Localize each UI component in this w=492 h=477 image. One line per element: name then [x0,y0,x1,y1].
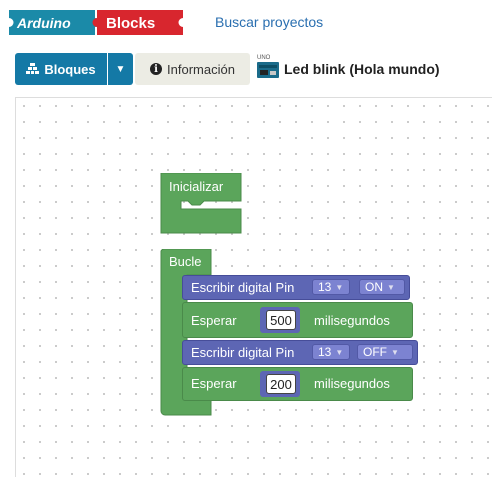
arduinoblocks-logo[interactable]: Arduino Blocks [7,7,185,38]
dropdown-arrow-icon: ▼ [335,282,344,292]
blocks-dropdown-toggle[interactable]: ▼ [108,53,133,85]
search-projects-link[interactable]: Buscar proyectos [215,14,323,30]
pin-dropdown-1[interactable]: 13 ▼ [312,279,350,295]
digital-write-label-2: Escribir digital Pin [191,345,295,360]
pin-value-2: 13 [318,345,332,359]
state-dropdown-1[interactable]: ON ▼ [359,279,405,295]
wait-unit-2: milisegundos [314,376,390,391]
pin-value-1: 13 [318,280,332,294]
state-dropdown-2[interactable]: OFF ▼ [357,344,413,360]
dropdown-arrow-icon: ▼ [387,282,395,292]
state-value-2: OFF [363,345,387,359]
info-button[interactable]: i Información [135,53,250,85]
editor-toolbar: Bloques ▼ i Información UNO Led blink (H… [0,46,492,96]
dropdown-arrow-icon: ▼ [391,347,399,357]
blocks-button-label: Bloques [44,61,96,77]
blocks-grid-icon [26,62,40,77]
wait-value-input-2[interactable]: 200 [266,374,296,394]
wait-label-1: Esperar [191,313,237,328]
info-icon: i [150,63,163,75]
info-button-label: Información [167,61,235,77]
blocks-workspace[interactable]: Inicializar Bucle Escribir digital Pin 1… [15,97,492,477]
dropdown-arrow-icon: ▼ [335,347,344,357]
logo-text-left: Arduino [16,15,71,31]
init-block-label: Inicializar [169,179,224,194]
wait-label-2: Esperar [191,376,237,391]
wait-unit-1: milisegundos [314,313,390,328]
logo-text-right: Blocks [106,15,155,32]
digital-write-label-1: Escribir digital Pin [191,280,295,295]
pin-dropdown-2[interactable]: 13 ▼ [312,344,350,360]
project-title: Led blink (Hola mundo) [284,61,440,77]
top-navbar: Arduino Blocks Buscar proyectos [0,0,492,46]
caret-down-icon: ▼ [115,63,126,75]
wait-value-input-1[interactable]: 500 [266,310,296,330]
board-label: UNO [257,55,271,61]
loop-block-label: Bucle [169,254,202,269]
state-value-1: ON [365,280,383,294]
blocks-button[interactable]: Bloques [15,53,107,85]
